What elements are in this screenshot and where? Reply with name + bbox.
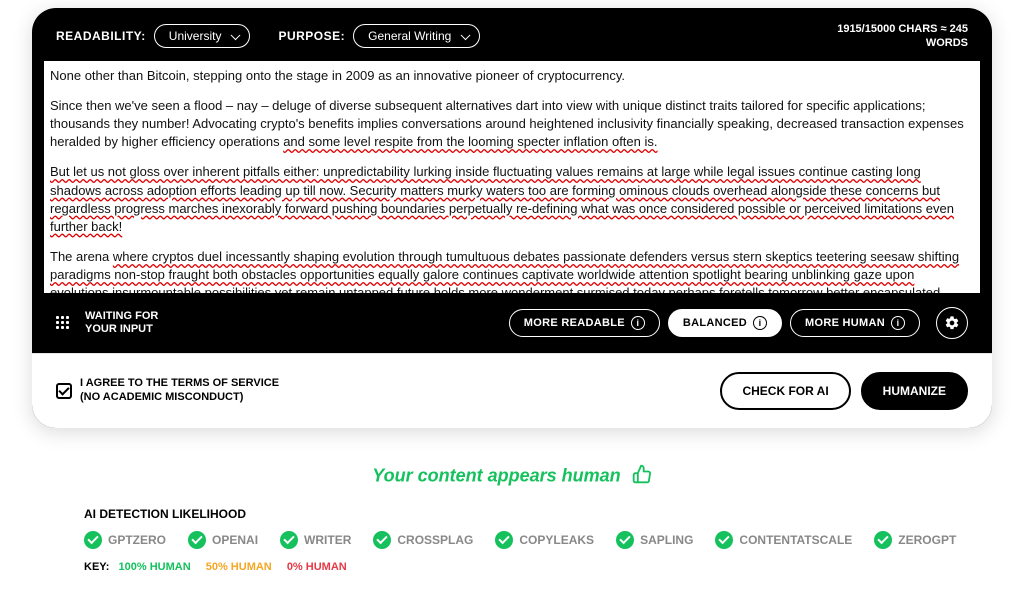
- paragraph-3: But let us not gloss over inherent pitfa…: [50, 163, 964, 236]
- check-circle-icon: [280, 531, 298, 549]
- thumbs-up-icon: [632, 464, 652, 489]
- readability-value: University: [169, 29, 222, 43]
- detector-label: ZEROGPT: [898, 533, 956, 547]
- tos-checkbox[interactable]: [56, 383, 72, 399]
- check-circle-icon: [874, 531, 892, 549]
- check-circle-icon: [188, 531, 206, 549]
- detector-label: OPENAI: [212, 533, 258, 547]
- info-icon: i: [891, 316, 905, 330]
- detector-label: WRITER: [304, 533, 351, 547]
- detector-item: ZEROGPT: [874, 531, 956, 549]
- check-circle-icon: [373, 531, 391, 549]
- text-editor[interactable]: None other than Bitcoin, stepping onto t…: [44, 61, 980, 293]
- detector-item: SAPLING: [616, 531, 693, 549]
- top-bar: READABILITY: University PURPOSE: General…: [32, 8, 992, 61]
- tos-text: I AGREE TO THE TERMS OF SERVICE (NO ACAD…: [80, 377, 279, 403]
- result-banner: Your content appears human: [32, 464, 992, 489]
- info-icon: i: [631, 316, 645, 330]
- check-circle-icon: [616, 531, 634, 549]
- settings-button[interactable]: [936, 307, 968, 339]
- detector-row: GPTZERO OPENAI WRITER CROSSPLAG COPYLEAKS SAP…: [84, 531, 992, 549]
- check-circle-icon: [495, 531, 513, 549]
- more-human-button[interactable]: MORE HUMAN i: [790, 309, 920, 337]
- detector-item: CONTENTATSCALE: [715, 531, 852, 549]
- balanced-button[interactable]: BALANCED i: [668, 309, 782, 337]
- detector-item: CROSSPLAG: [373, 531, 473, 549]
- paragraph-2: Since then we've seen a flood – nay – de…: [50, 97, 964, 152]
- editor-panel: READABILITY: University PURPOSE: General…: [32, 8, 992, 428]
- detector-label: CROSSPLAG: [397, 533, 473, 547]
- detector-label: SAPLING: [640, 533, 693, 547]
- purpose-value: General Writing: [368, 29, 451, 43]
- footer-bar: I AGREE TO THE TERMS OF SERVICE (NO ACAD…: [32, 353, 992, 428]
- detector-item: COPYLEAKS: [495, 531, 594, 549]
- check-circle-icon: [715, 531, 733, 549]
- detector-item: OPENAI: [188, 531, 258, 549]
- likelihood-section: AI DETECTION LIKELIHOOD GPTZERO OPENAI WRI…: [32, 507, 992, 573]
- detector-label: COPYLEAKS: [519, 533, 594, 547]
- purpose-label: PURPOSE:: [278, 29, 345, 43]
- mode-toolbar: WAITING FOR YOUR INPUT MORE READABLE i B…: [32, 293, 992, 353]
- more-readable-button[interactable]: MORE READABLE i: [509, 309, 660, 337]
- char-count: 1915/15000 CHARS ≈ 245 WORDS: [837, 22, 968, 51]
- detector-item: WRITER: [280, 531, 351, 549]
- status-text: WAITING FOR YOUR INPUT: [85, 310, 158, 335]
- purpose-dropdown[interactable]: General Writing: [353, 24, 480, 48]
- paragraph-4: The arena where cryptos duel incessantly…: [50, 248, 964, 293]
- info-icon: i: [753, 316, 767, 330]
- detector-item: GPTZERO: [84, 531, 166, 549]
- gear-icon: [944, 315, 960, 331]
- grid-icon: [56, 316, 69, 329]
- check-for-ai-button[interactable]: CHECK FOR AI: [720, 372, 850, 410]
- paragraph-1: None other than Bitcoin, stepping onto t…: [50, 67, 964, 85]
- humanize-button[interactable]: HUMANIZE: [861, 372, 968, 410]
- key-row: KEY: 100% HUMAN 50% HUMAN 0% HUMAN: [84, 561, 992, 573]
- readability-dropdown[interactable]: University: [154, 24, 251, 48]
- likelihood-title: AI DETECTION LIKELIHOOD: [84, 507, 992, 521]
- detector-label: GPTZERO: [108, 533, 166, 547]
- detector-label: CONTENTATSCALE: [739, 533, 852, 547]
- readability-label: READABILITY:: [56, 29, 146, 43]
- check-circle-icon: [84, 531, 102, 549]
